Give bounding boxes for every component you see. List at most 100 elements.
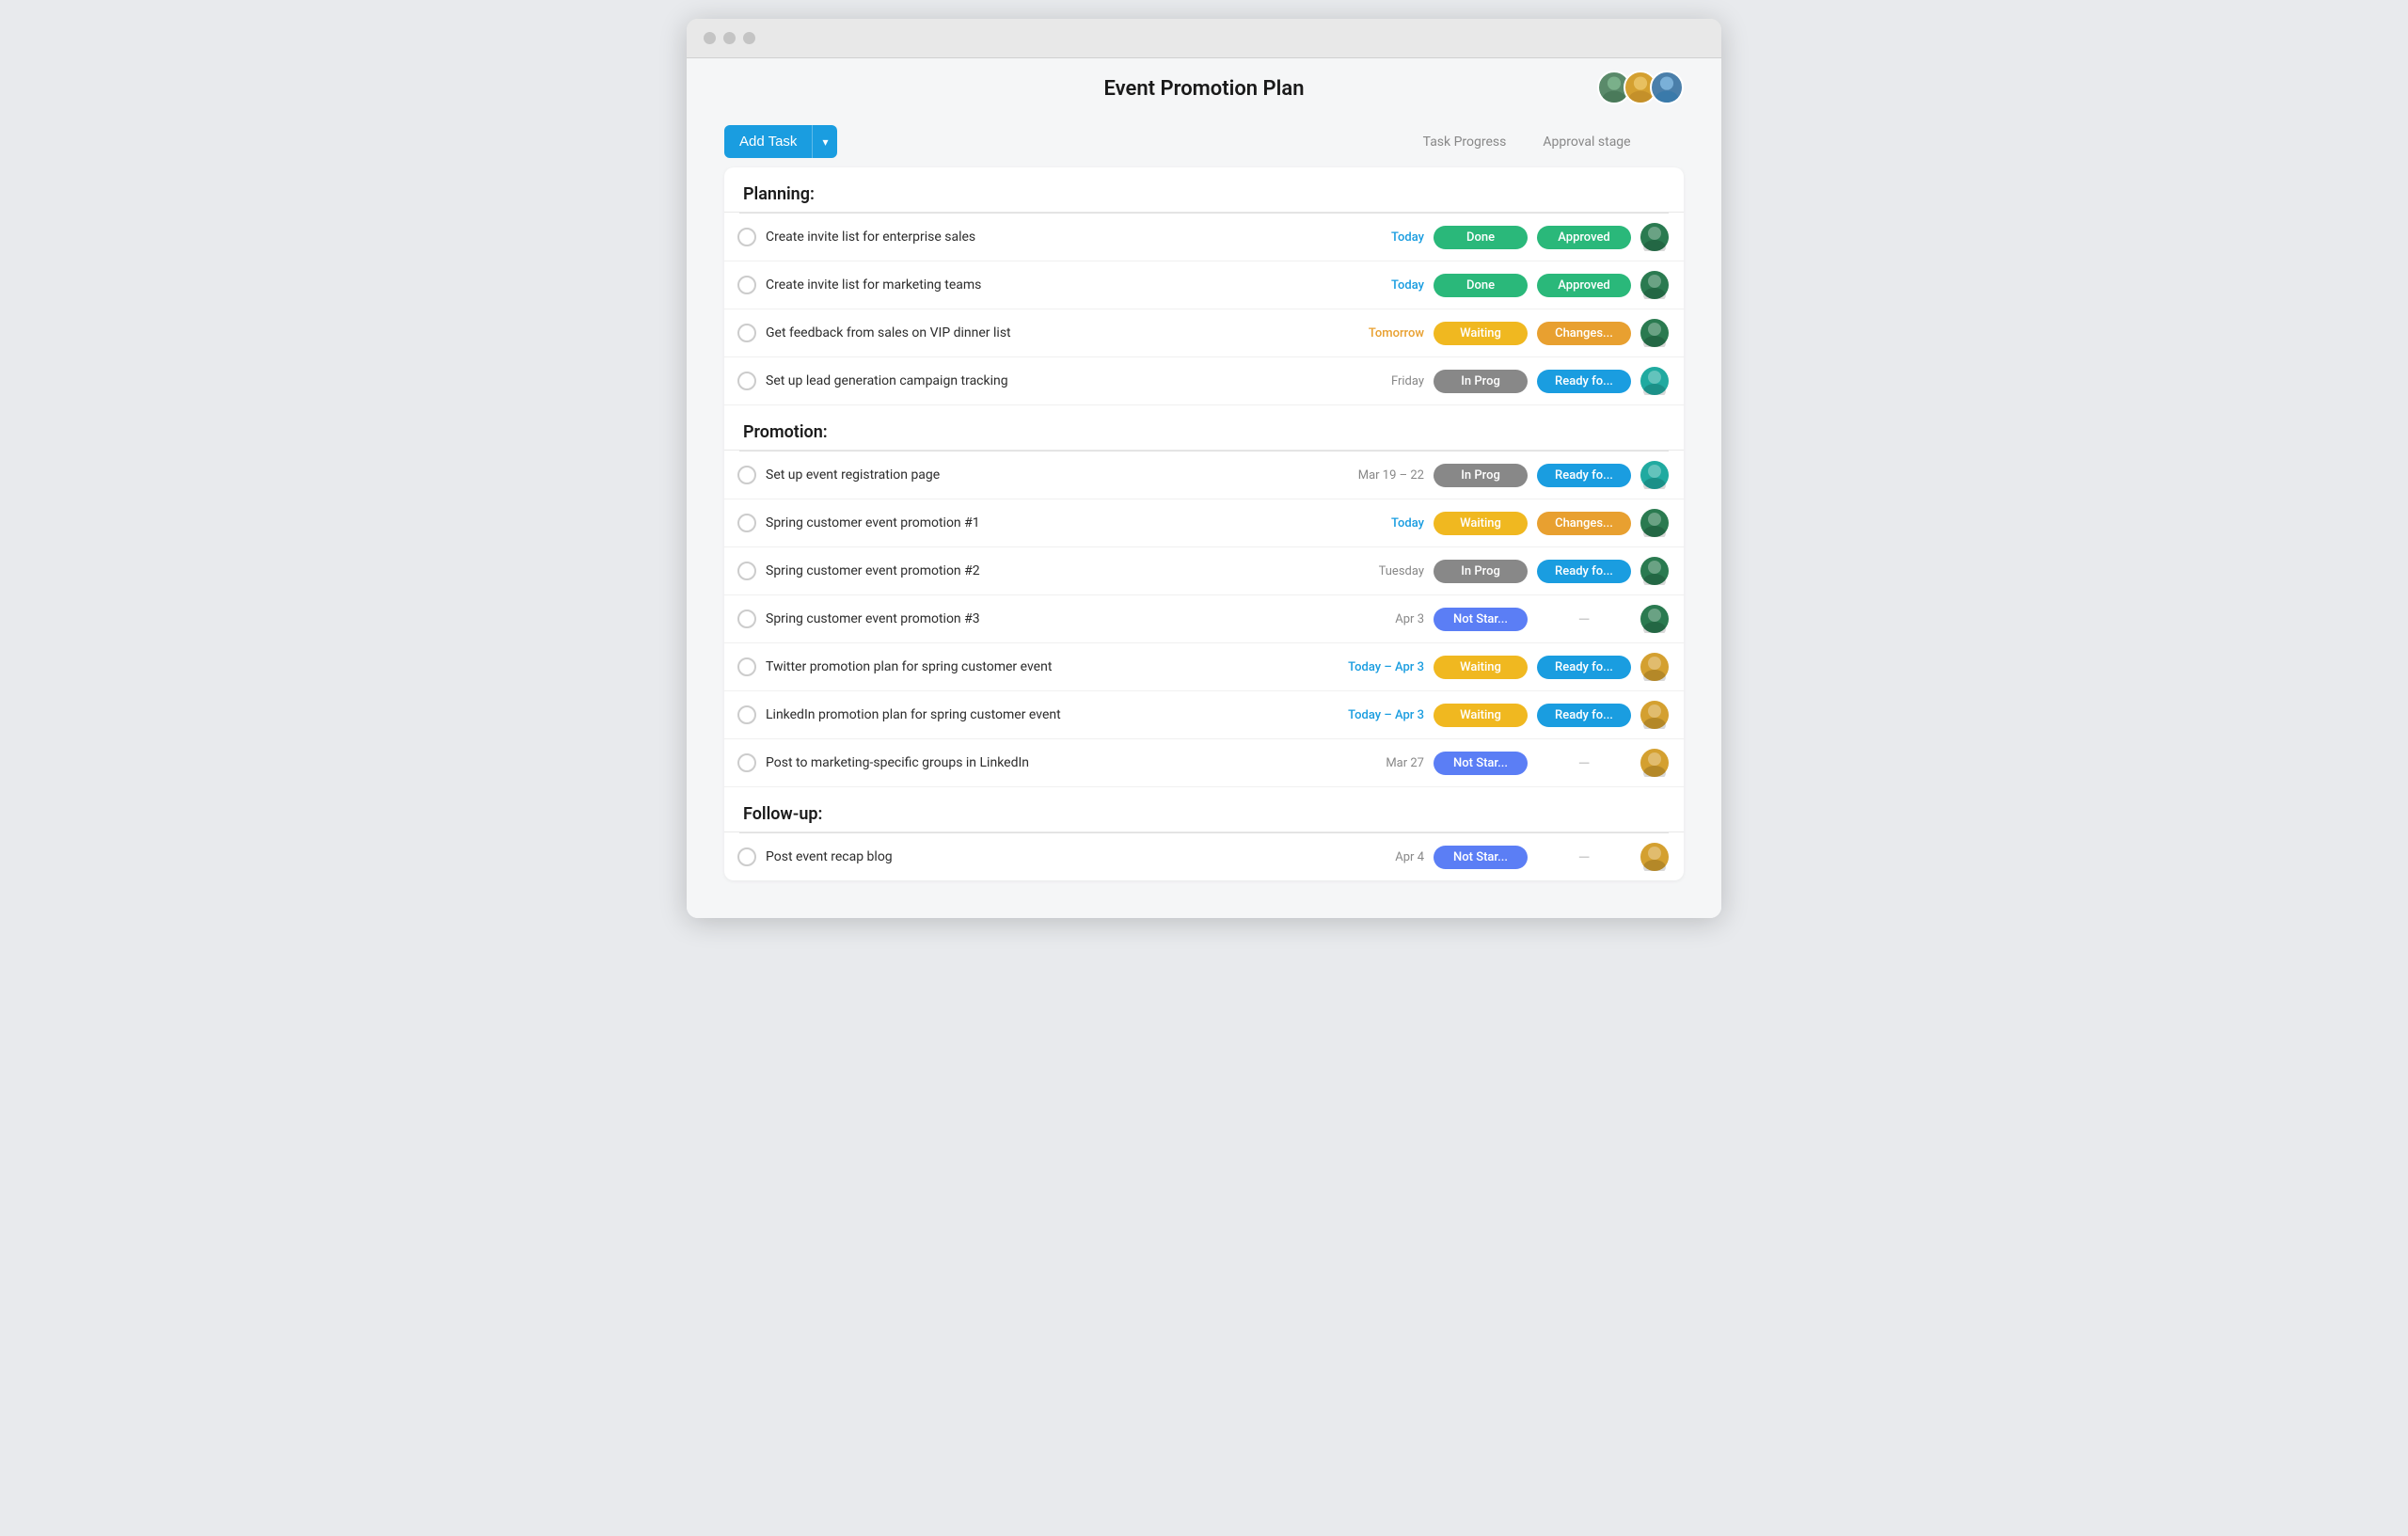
- task-progress-badge[interactable]: Done: [1434, 226, 1528, 249]
- task-name: Spring customer event promotion #2: [766, 563, 1302, 578]
- task-progress-badge[interactable]: Waiting: [1434, 704, 1528, 727]
- task-date: Today: [1311, 516, 1424, 530]
- task-approval-badge[interactable]: —: [1537, 606, 1631, 633]
- task-name: Post event recap blog: [766, 849, 1302, 864]
- task-row: Get feedback from sales on VIP dinner li…: [724, 309, 1684, 357]
- task-row: LinkedIn promotion plan for spring custo…: [724, 691, 1684, 739]
- task-date: Today: [1311, 230, 1424, 245]
- task-row: Spring customer event promotion #1 Today W…: [724, 499, 1684, 547]
- section-header-planning: Planning:: [724, 167, 1684, 213]
- task-row: Spring customer event promotion #3 Apr 3 N…: [724, 595, 1684, 643]
- section-header-promotion: Promotion:: [724, 405, 1684, 451]
- task-checkbox[interactable]: [737, 753, 756, 772]
- task-checkbox[interactable]: [737, 610, 756, 628]
- task-assignee-avatar[interactable]: [1640, 843, 1669, 871]
- task-checkbox[interactable]: [737, 847, 756, 866]
- task-checkbox[interactable]: [737, 324, 756, 342]
- add-task-label: Add Task: [724, 125, 813, 158]
- task-approval-badge[interactable]: Ready fo...: [1537, 656, 1631, 679]
- task-row: Set up lead generation campaign tracking…: [724, 357, 1684, 405]
- task-name: LinkedIn promotion plan for spring custo…: [766, 707, 1302, 722]
- task-approval-badge[interactable]: Ready fo...: [1537, 464, 1631, 487]
- task-progress-badge[interactable]: Waiting: [1434, 322, 1528, 345]
- task-progress-badge[interactable]: In Prog: [1434, 560, 1528, 583]
- window-content: Event Promotion Plan Add Task ▾: [687, 58, 1721, 918]
- column-headers: Task Progress Approval stage: [1413, 135, 1684, 150]
- task-assignee-avatar[interactable]: [1640, 749, 1669, 777]
- task-checkbox[interactable]: [737, 705, 756, 724]
- task-progress-badge[interactable]: Done: [1434, 274, 1528, 297]
- task-approval-badge[interactable]: Approved: [1537, 274, 1631, 297]
- section-header-followup: Follow-up:: [724, 787, 1684, 832]
- close-traffic-light[interactable]: [704, 32, 716, 44]
- task-assignee-avatar[interactable]: [1640, 461, 1669, 489]
- minimize-traffic-light[interactable]: [723, 32, 736, 44]
- task-checkbox[interactable]: [737, 228, 756, 246]
- task-progress-badge[interactable]: In Prog: [1434, 370, 1528, 393]
- avatar-user3[interactable]: [1650, 71, 1684, 104]
- task-assignee-avatar[interactable]: [1640, 223, 1669, 251]
- task-row: Spring customer event promotion #2 Tuesda…: [724, 547, 1684, 595]
- task-assignee-avatar[interactable]: [1640, 367, 1669, 395]
- task-approval-badge[interactable]: Ready fo...: [1537, 560, 1631, 583]
- task-row: Create invite list for marketing teamsTo…: [724, 261, 1684, 309]
- col-header-approval: Approval stage: [1535, 135, 1639, 150]
- task-approval-badge[interactable]: Approved: [1537, 226, 1631, 249]
- task-row: Twitter promotion plan for spring custom…: [724, 643, 1684, 691]
- task-checkbox[interactable]: [737, 466, 756, 484]
- task-progress-badge[interactable]: Waiting: [1434, 656, 1528, 679]
- task-approval-badge[interactable]: Changes...: [1537, 322, 1631, 345]
- task-checkbox[interactable]: [737, 562, 756, 580]
- task-date: Mar 27: [1311, 756, 1424, 770]
- task-approval-badge[interactable]: —: [1537, 844, 1631, 871]
- task-name: Spring customer event promotion #3: [766, 611, 1302, 626]
- header-bar: Event Promotion Plan: [687, 58, 1721, 116]
- task-assignee-avatar[interactable]: [1640, 319, 1669, 347]
- add-task-dropdown-arrow[interactable]: ▾: [813, 127, 837, 157]
- task-checkbox[interactable]: [737, 276, 756, 294]
- user-avatars: [1597, 71, 1684, 104]
- task-name: Create invite list for enterprise sales: [766, 230, 1302, 245]
- task-date: Friday: [1311, 374, 1424, 388]
- main-area: Add Task ▾ Task Progress Approval stage …: [687, 116, 1721, 918]
- task-date: Apr 3: [1311, 612, 1424, 626]
- task-assignee-avatar[interactable]: [1640, 653, 1669, 681]
- task-checkbox[interactable]: [737, 372, 756, 390]
- task-approval-badge[interactable]: Changes...: [1537, 512, 1631, 535]
- task-date: Tuesday: [1311, 564, 1424, 578]
- task-date: Tomorrow: [1311, 326, 1424, 340]
- toolbar: Add Task ▾ Task Progress Approval stage: [724, 116, 1684, 167]
- task-assignee-avatar[interactable]: [1640, 509, 1669, 537]
- maximize-traffic-light[interactable]: [743, 32, 755, 44]
- task-name: Set up event registration page: [766, 467, 1302, 483]
- task-assignee-avatar[interactable]: [1640, 271, 1669, 299]
- task-progress-badge[interactable]: Not Star...: [1434, 608, 1528, 631]
- task-approval-badge[interactable]: —: [1537, 750, 1631, 777]
- task-name: Spring customer event promotion #1: [766, 515, 1302, 530]
- task-assignee-avatar[interactable]: [1640, 557, 1669, 585]
- add-task-button[interactable]: Add Task ▾: [724, 125, 837, 158]
- task-progress-badge[interactable]: Waiting: [1434, 512, 1528, 535]
- task-assignee-avatar[interactable]: [1640, 605, 1669, 633]
- task-name: Set up lead generation campaign tracking: [766, 373, 1302, 388]
- task-checkbox[interactable]: [737, 657, 756, 676]
- task-name: Create invite list for marketing teams: [766, 277, 1302, 293]
- task-row: Set up event registration page Mar 19 – 2…: [724, 451, 1684, 499]
- task-list-panel: Planning: Create invite list for enterpri…: [724, 167, 1684, 880]
- task-date: Mar 19 – 22: [1311, 468, 1424, 483]
- title-bar: [687, 19, 1721, 58]
- section-title-followup: Follow-up:: [743, 804, 822, 824]
- task-progress-badge[interactable]: Not Star...: [1434, 752, 1528, 775]
- task-progress-badge[interactable]: Not Star...: [1434, 846, 1528, 869]
- page-title: Event Promotion Plan: [1104, 77, 1305, 101]
- app-window: Event Promotion Plan Add Task ▾: [687, 19, 1721, 918]
- task-checkbox[interactable]: [737, 514, 756, 532]
- task-approval-badge[interactable]: Ready fo...: [1537, 370, 1631, 393]
- task-name: Get feedback from sales on VIP dinner li…: [766, 325, 1302, 340]
- task-progress-badge[interactable]: In Prog: [1434, 464, 1528, 487]
- task-assignee-avatar[interactable]: [1640, 701, 1669, 729]
- section-title-promotion: Promotion:: [743, 422, 828, 442]
- task-row: Post event recap blog Apr 4 Not Star... —: [724, 833, 1684, 880]
- task-date: Apr 4: [1311, 850, 1424, 864]
- task-approval-badge[interactable]: Ready fo...: [1537, 704, 1631, 727]
